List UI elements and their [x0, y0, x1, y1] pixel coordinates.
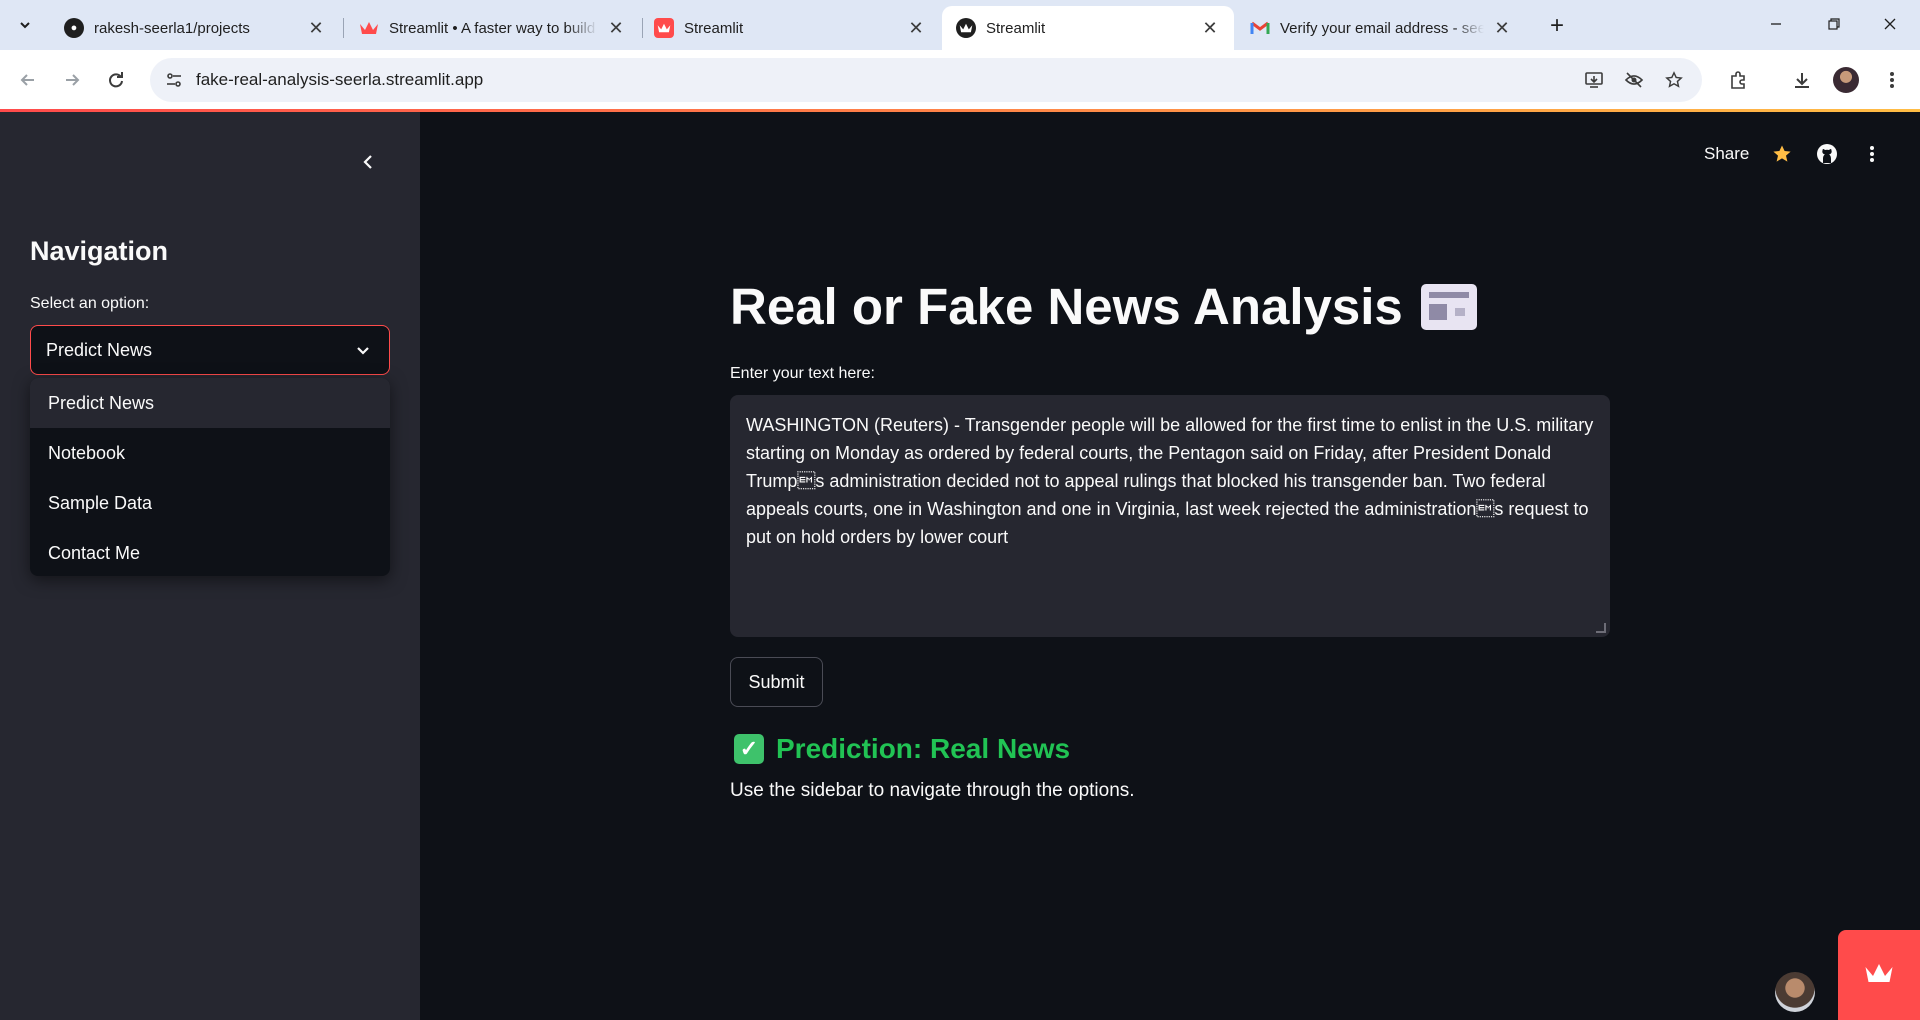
info-text: Use the sidebar to navigate through the … [730, 780, 1135, 801]
browser-menu-icon[interactable] [1876, 64, 1908, 96]
tab-search-chevron-icon[interactable] [12, 12, 38, 38]
downloads-icon[interactable] [1786, 64, 1818, 96]
close-window-icon[interactable] [1862, 6, 1918, 42]
back-arrow-icon[interactable] [12, 64, 44, 96]
streamlit-crown-icon [1862, 961, 1896, 990]
text-input-label: Enter your text here: [730, 365, 875, 382]
streamlit-crown-icon [956, 18, 976, 38]
browser-tab-streamlit-active[interactable]: Streamlit ✕ [942, 6, 1234, 50]
browser-tab-streamlit[interactable]: Streamlit ✕ [640, 6, 940, 50]
news-text-area[interactable]: WASHINGTON (Reuters) - Transgender peopl… [730, 395, 1610, 637]
streamlit-crown-icon [359, 18, 379, 38]
minimize-icon[interactable] [1748, 6, 1804, 42]
check-mark-icon: ✓ [734, 734, 764, 764]
option-sample-data[interactable]: Sample Data [30, 478, 390, 528]
profile-avatar[interactable] [1830, 64, 1862, 96]
install-app-icon[interactable] [1580, 66, 1608, 94]
chevron-down-icon [351, 338, 375, 362]
star-icon[interactable] [1768, 140, 1796, 168]
news-text-value: WASHINGTON (Reuters) - Transgender peopl… [746, 415, 1594, 547]
submit-button[interactable]: Submit [730, 657, 823, 707]
browser-tab-gmail[interactable]: Verify your email address - seerla ✕ [1236, 6, 1526, 50]
option-notebook[interactable]: Notebook [30, 428, 390, 478]
select-value: Predict News [46, 340, 153, 360]
tracking-protection-eye-icon[interactable] [1620, 66, 1648, 94]
select-label: Select an option: [30, 295, 150, 312]
restore-icon[interactable] [1806, 6, 1862, 42]
streamlit-red-icon [654, 18, 674, 38]
extensions-puzzle-icon[interactable] [1722, 64, 1754, 96]
streamlit-badge[interactable] [1838, 930, 1920, 1020]
navigation-selectbox[interactable]: Predict News [30, 325, 390, 375]
prediction-text: Prediction: Real News [776, 733, 1071, 764]
option-contact-me[interactable]: Contact Me [30, 528, 390, 576]
resize-handle-icon[interactable] [1596, 623, 1606, 633]
prediction-result: ✓ Prediction: Real News [734, 733, 1070, 765]
bookmark-star-icon[interactable] [1660, 66, 1688, 94]
option-predict-news[interactable]: Predict News [30, 378, 390, 428]
gmail-icon [1250, 18, 1270, 38]
browser-tab-github[interactable]: ● rakesh-seerla1/projects ✕ [50, 6, 340, 50]
tab-title: Verify your email address - seerla [1280, 19, 1484, 37]
reload-icon[interactable] [100, 64, 132, 96]
url-text: fake-real-analysis-seerla.streamlit.app [196, 70, 484, 89]
page-title-text: Real or Fake News Analysis [730, 278, 1403, 335]
collapse-sidebar-chevron-icon[interactable] [352, 146, 384, 178]
site-info-icon[interactable] [160, 66, 188, 94]
browser-toolbar: fake-real-analysis-seerla.streamlit.app [0, 50, 1920, 110]
sidebar-title: Navigation [30, 236, 169, 266]
new-tab-button[interactable]: + [1543, 12, 1571, 40]
main-menu-icon[interactable] [1858, 140, 1886, 168]
sidebar: Navigation Select an option: Predict New… [0, 112, 420, 1020]
page-title: Real or Fake News Analysis [730, 277, 1477, 336]
browser-tab-strip: ● rakesh-seerla1/projects ✕ Streamlit • … [0, 0, 1920, 50]
browser-tab-streamlit-site[interactable]: Streamlit • A faster way to build ✕ [345, 6, 640, 50]
newspaper-icon [1420, 283, 1477, 330]
close-icon[interactable]: ✕ [1200, 18, 1220, 38]
select-dropdown-menu: Predict News Notebook Sample Data Contac… [30, 378, 390, 576]
tab-title: Streamlit [684, 19, 744, 37]
share-button[interactable]: Share [1704, 144, 1749, 164]
close-icon[interactable]: ✕ [906, 18, 926, 38]
github-icon[interactable] [1813, 140, 1841, 168]
github-icon: ● [64, 18, 84, 38]
tab-title: rakesh-seerla1/projects [94, 19, 250, 37]
address-bar[interactable]: fake-real-analysis-seerla.streamlit.app [150, 58, 1702, 102]
tab-title: Streamlit [986, 19, 1046, 37]
close-icon[interactable]: ✕ [306, 18, 326, 38]
main-content: Share Real or Fake News Analysis Enter y… [420, 112, 1920, 1020]
tab-title: Streamlit • A faster way to build [389, 19, 596, 37]
forward-arrow-icon[interactable] [56, 64, 88, 96]
close-icon[interactable]: ✕ [606, 18, 626, 38]
close-icon[interactable]: ✕ [1492, 18, 1512, 38]
viewer-avatar[interactable] [1775, 972, 1815, 1012]
tab-separator [343, 18, 344, 38]
